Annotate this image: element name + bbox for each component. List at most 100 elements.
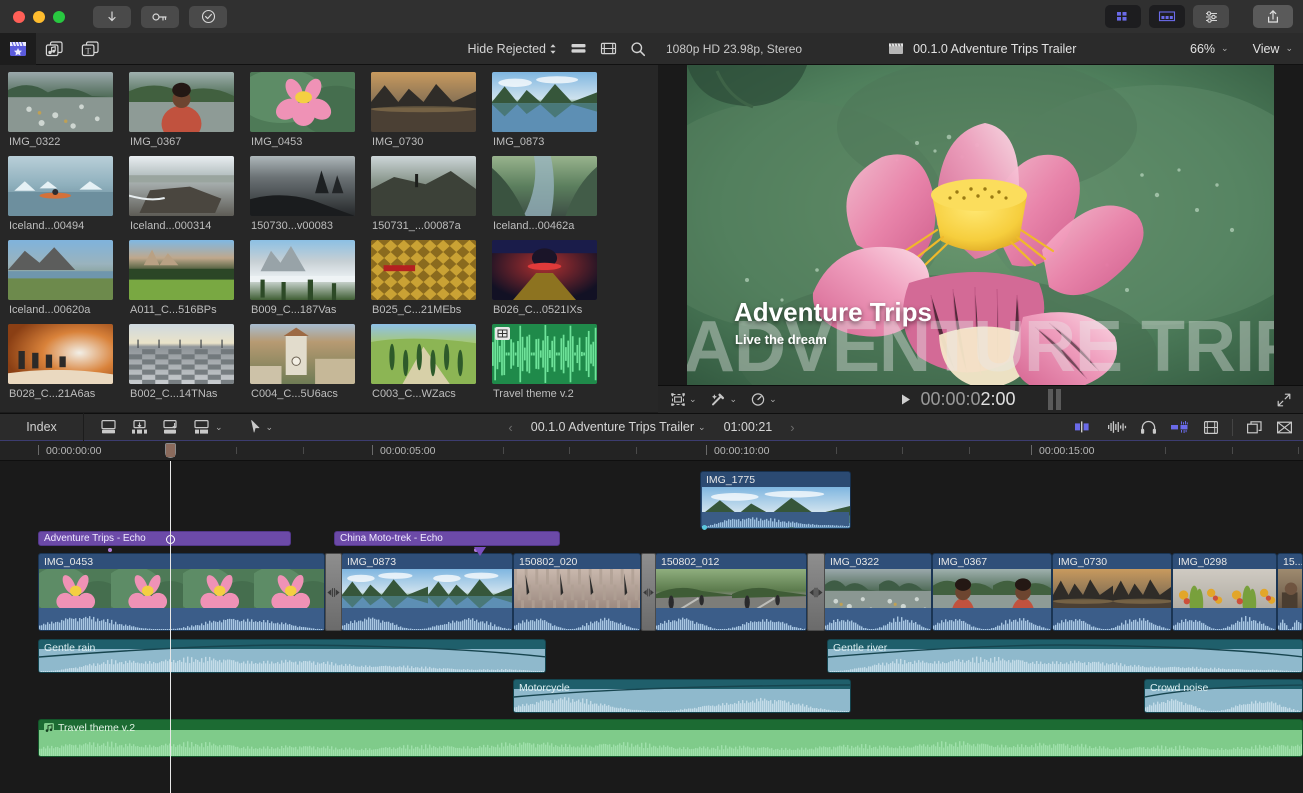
clip-thumbnail[interactable] — [371, 240, 476, 300]
browser-clip-item[interactable]: C004_C...5U6acs — [250, 324, 370, 400]
transform-menu[interactable]: ⌄ — [670, 392, 697, 407]
browser-list-view-button[interactable] — [1149, 5, 1185, 28]
connect-clip-icon[interactable] — [161, 419, 180, 435]
maximize-window-button[interactable] — [53, 11, 65, 23]
timeline-video-clip[interactable]: IMG_0453 — [38, 553, 325, 631]
clip-thumbnail[interactable] — [492, 72, 597, 132]
close-window-button[interactable] — [13, 11, 25, 23]
close-timeline-icon[interactable] — [1276, 420, 1293, 435]
timeline-transition[interactable] — [325, 553, 342, 631]
viewer-zoom-level[interactable]: 66% — [1190, 42, 1215, 56]
headphones-icon[interactable] — [1140, 420, 1157, 435]
clip-thumbnail[interactable] — [250, 72, 355, 132]
detach-window-icon[interactable] — [1246, 420, 1263, 435]
timeline-audio-clip[interactable]: Crowd noise — [1144, 679, 1303, 713]
timeline-video-clip[interactable]: IMG_0873 — [341, 553, 513, 631]
browser-clip-item[interactable]: IMG_0730 — [371, 72, 491, 148]
timeline-title-clip[interactable]: China Moto-trek - Echo — [334, 531, 560, 546]
clip-thumbnail[interactable] — [8, 72, 113, 132]
timeline-video-clip[interactable]: IMG_0367 — [932, 553, 1052, 631]
browser-clip-grid[interactable]: IMG_0322 IMG_0367 IMG_0453 IMG_0730 IMG_… — [0, 65, 658, 412]
retime-menu[interactable]: ⌄ — [750, 392, 777, 407]
search-icon[interactable] — [630, 41, 646, 57]
browser-clip-item[interactable]: B028_C...21A6as — [8, 324, 128, 400]
clip-appearance-icon[interactable] — [600, 41, 617, 56]
chevron-down-icon[interactable]: ⌄ — [215, 422, 223, 433]
timeline-video-clip[interactable]: 150802_012 — [655, 553, 807, 631]
clip-thumbnail[interactable] — [492, 156, 597, 216]
browser-clip-item[interactable]: Iceland...000314 — [129, 156, 249, 232]
next-project-arrow[interactable]: › — [790, 420, 794, 435]
browser-clip-item[interactable]: B009_C...187Vas — [250, 240, 370, 316]
browser-clip-item[interactable]: IMG_0367 — [129, 72, 249, 148]
clip-thumbnail[interactable] — [250, 240, 355, 300]
browser-clip-item[interactable]: B026_C...0521IXs — [492, 240, 612, 316]
clip-thumbnail[interactable] — [250, 324, 355, 384]
clip-thumbnail[interactable] — [129, 240, 234, 300]
browser-clip-item[interactable]: B002_C...14TNas — [129, 324, 249, 400]
timeline-transition[interactable] — [641, 553, 656, 631]
keychain-button[interactable] — [141, 6, 179, 28]
clip-thumbnail[interactable] — [250, 156, 355, 216]
browser-clip-item[interactable]: Travel theme v.2 — [492, 324, 612, 400]
timeline-canvas[interactable]: IMG_1775 Adventure Trips - Echo China Mot… — [0, 461, 1303, 793]
fullscreen-icon[interactable] — [1276, 392, 1292, 408]
clip-thumbnail[interactable] — [129, 156, 234, 216]
timeline-transition[interactable] — [807, 553, 825, 631]
arrow-select-icon[interactable] — [249, 419, 262, 435]
inspector-button[interactable] — [1193, 5, 1229, 28]
browser-clip-item[interactable]: 150730...v00083 — [250, 156, 370, 232]
timeline-video-clip[interactable]: IMG_0298 — [1172, 553, 1277, 631]
clip-thumbnail[interactable] — [129, 324, 234, 384]
filmstrip-view-icon[interactable] — [570, 41, 587, 56]
timeline-connected-clip[interactable]: IMG_1775 — [700, 471, 851, 529]
timeline-index-button[interactable]: Index — [0, 413, 84, 441]
chevron-down-icon[interactable]: ⌄ — [698, 422, 706, 433]
timeline-audio-clip[interactable]: Gentle rain — [38, 639, 546, 673]
browser-clip-item[interactable]: IMG_0322 — [8, 72, 128, 148]
play-icon[interactable] — [900, 393, 912, 406]
tab-titles-generators[interactable]: T — [72, 33, 108, 65]
hide-rejected-dropdown[interactable]: Hide Rejected — [467, 42, 557, 56]
clip-thumbnail[interactable] — [8, 240, 113, 300]
timeline-audio-clip[interactable]: Gentle river — [827, 639, 1303, 673]
clip-thumbnail[interactable] — [8, 324, 113, 384]
minimize-window-button[interactable] — [33, 11, 45, 23]
overwrite-clip-icon[interactable] — [192, 419, 211, 435]
pause-icon[interactable] — [1048, 389, 1061, 410]
view-menu-label[interactable]: View — [1253, 42, 1280, 56]
filmstrip-settings-icon[interactable] — [1203, 420, 1219, 435]
audio-lanes-icon[interactable] — [1170, 420, 1190, 434]
timeline-video-clip[interactable]: 150802_020 — [513, 553, 641, 631]
tab-libraries[interactable] — [0, 33, 36, 65]
timeline-music-clip[interactable]: Travel theme v.2 — [38, 719, 1303, 757]
clip-thumbnail[interactable] — [129, 72, 234, 132]
timeline-audio-clip[interactable]: Motorcycle — [513, 679, 851, 713]
append-to-storyline-icon[interactable] — [99, 419, 118, 435]
share-button[interactable] — [1253, 5, 1293, 28]
clip-thumbnail[interactable] — [371, 72, 476, 132]
browser-clip-item[interactable]: Iceland...00494 — [8, 156, 128, 232]
clip-thumbnail[interactable] — [8, 156, 113, 216]
chevron-down-icon[interactable]: ⌄ — [1221, 43, 1229, 54]
timeline-playhead[interactable] — [170, 461, 171, 793]
chevron-down-icon[interactable]: ⌄ — [266, 422, 274, 433]
chevron-down-icon[interactable]: ⌄ — [689, 394, 697, 405]
audio-meters-icon[interactable] — [1074, 420, 1094, 434]
clip-thumbnail[interactable] — [492, 324, 597, 384]
timeline-ruler[interactable]: 00:00:00:0000:00:05:0000:00:10:0000:00:1… — [0, 441, 1303, 461]
insert-clip-icon[interactable] — [130, 419, 149, 435]
browser-clip-item[interactable]: C003_C...WZacs — [371, 324, 491, 400]
clip-thumbnail[interactable] — [371, 324, 476, 384]
browser-clip-item[interactable]: A011_C...516BPs — [129, 240, 249, 316]
timeline-project-menu[interactable]: 00.1.0 Adventure Trips Trailer ⌄ — [531, 420, 706, 434]
enhance-menu[interactable]: ⌄ — [710, 392, 738, 407]
chevron-down-icon[interactable]: ⌄ — [730, 394, 738, 405]
clip-thumbnail[interactable] — [371, 156, 476, 216]
tab-photos-audio[interactable] — [36, 33, 72, 65]
download-button[interactable] — [93, 6, 131, 28]
waveform-icon[interactable] — [1107, 420, 1127, 434]
viewer-video-frame[interactable]: ADVENTURE TRIPS Adventure Trips Live the… — [687, 65, 1274, 385]
timeline-title-clip[interactable]: Adventure Trips - Echo — [38, 531, 291, 546]
browser-clip-item[interactable]: Iceland...00620a — [8, 240, 128, 316]
